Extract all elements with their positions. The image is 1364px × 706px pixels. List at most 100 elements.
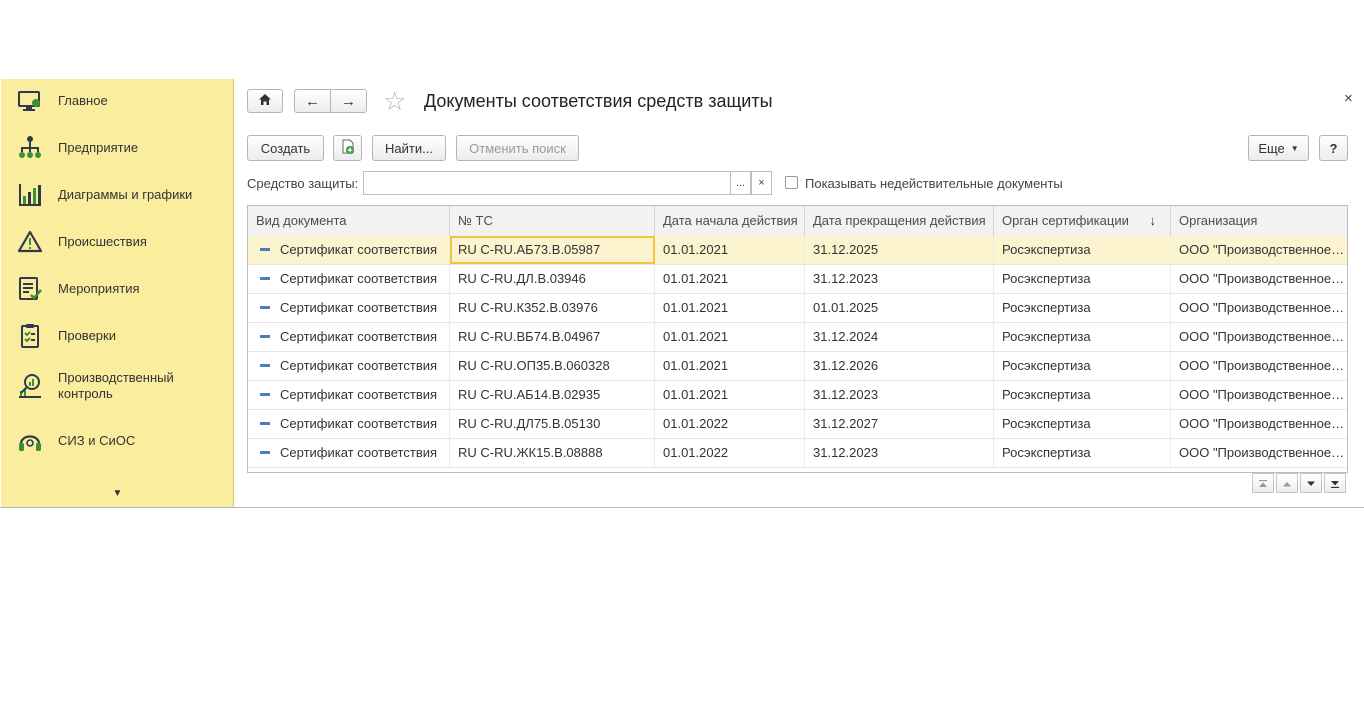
cell-text: 31.12.2024 <box>813 329 879 344</box>
table-row[interactable]: Сертификат соответствия RU C-RU.ОП35.В.06… <box>248 352 1347 381</box>
document-status-icon <box>260 422 270 425</box>
show-invalid-checkbox[interactable] <box>785 176 798 189</box>
sidebar-item-label: Главное <box>58 93 108 108</box>
start-date-cell: 01.01.2021 <box>655 381 805 409</box>
create-button[interactable]: Создать <box>247 135 324 161</box>
cell-text: ООО "Производственное объединение" <box>1179 445 1347 460</box>
scroll-to-bottom-button[interactable] <box>1324 473 1346 493</box>
end-date-cell: 31.12.2027 <box>805 410 994 438</box>
cell-text: RU C-RU.АБ73.В.05987 <box>458 242 601 257</box>
cell-text: Росэкспертиза <box>1002 329 1091 344</box>
column-header-certification-body[interactable]: Орган сертификации ↓ <box>994 206 1171 236</box>
clear-field-button[interactable]: × <box>751 171 772 195</box>
close-icon[interactable]: × <box>1344 90 1353 107</box>
sidebar-item-label: Происшествия <box>58 234 147 249</box>
sidebar-more-button[interactable]: ▼ <box>1 488 234 499</box>
document-status-icon <box>260 277 270 280</box>
document-status-icon <box>260 306 270 309</box>
sidebar-item-production-control[interactable]: Производственный контроль <box>1 369 234 403</box>
document-type-cell: Сертификат соответствия <box>248 265 450 293</box>
column-header-end-date[interactable]: Дата прекращения действия <box>805 206 994 236</box>
find-button[interactable]: Найти... <box>372 135 446 161</box>
tc-number-cell: RU C-RU.ДЛ.В.03946 <box>450 265 655 293</box>
home-icon <box>258 93 272 109</box>
document-type-cell: Сертификат соответствия <box>248 236 450 264</box>
organization-cell: ООО "Производственное объединение" <box>1171 294 1347 322</box>
sidebar-item-ppe[interactable]: СИЗ и СиОС <box>1 428 234 454</box>
document-status-icon <box>260 335 270 338</box>
sidebar-item-measures[interactable]: Мероприятия <box>1 276 234 302</box>
protection-means-input[interactable] <box>363 171 731 195</box>
organization-cell: ООО "Производственное объединение" <box>1171 381 1347 409</box>
sidebar-item-enterprise[interactable]: Предприятие <box>1 135 234 161</box>
organization-cell: ООО "Производственное объединение" <box>1171 410 1347 438</box>
cell-text: 01.01.2021 <box>663 300 729 315</box>
column-header-document-type[interactable]: Вид документа <box>248 206 450 236</box>
scroll-down-button[interactable] <box>1300 473 1322 493</box>
monitor-icon <box>17 88 43 114</box>
end-date-cell: 31.12.2023 <box>805 265 994 293</box>
warning-icon <box>17 229 43 255</box>
end-date-cell: 31.12.2025 <box>805 236 994 264</box>
sidebar-item-main[interactable]: Главное <box>1 88 234 114</box>
cancel-search-button[interactable]: Отменить поиск <box>456 135 579 161</box>
documents-table: Вид документа № ТС Дата начала действия … <box>247 205 1348 473</box>
document-type-cell: Сертификат соответствия <box>248 294 450 322</box>
table-row[interactable]: Сертификат соответствия RU C-RU.К352.В.03… <box>248 294 1347 323</box>
cell-text: Росэкспертиза <box>1002 242 1091 257</box>
home-button[interactable] <box>247 89 283 113</box>
select-button[interactable]: ... <box>730 171 751 195</box>
clipboard-icon <box>17 323 43 349</box>
first-page-icon <box>1258 476 1268 491</box>
cell-text: ООО "Производственное объединение" <box>1179 387 1347 402</box>
cell-text: 31.12.2023 <box>813 387 879 402</box>
organization-cell: ООО "Производственное объединение" <box>1171 265 1347 293</box>
tc-number-cell: RU C-RU.ОП35.В.060328 <box>450 352 655 380</box>
favorite-star-icon[interactable]: ☆ <box>383 87 406 115</box>
chevron-down-icon: ▼ <box>1290 143 1299 153</box>
column-header-organization[interactable]: Организация <box>1171 206 1347 236</box>
forward-button[interactable]: → <box>330 89 367 113</box>
scroll-up-button[interactable] <box>1276 473 1298 493</box>
certification-body-cell: Росэкспертиза <box>994 352 1171 380</box>
cell-text: 01.01.2021 <box>663 329 729 344</box>
table-row[interactable]: Сертификат соответствия RU C-RU.ЖК15.В.08… <box>248 439 1347 468</box>
certification-body-cell: Росэкспертиза <box>994 323 1171 351</box>
table-row[interactable]: Сертификат соответствия RU C-RU.ВБ74.В.04… <box>248 323 1347 352</box>
more-menu-button[interactable]: Еще ▼ <box>1248 135 1309 161</box>
cell-text: RU C-RU.ВБ74.В.04967 <box>458 329 601 344</box>
document-type-cell: Сертификат соответствия <box>248 439 450 467</box>
protection-means-label: Средство защиты: <box>247 176 359 191</box>
cell-text: RU C-RU.ДЛ75.В.05130 <box>458 416 601 431</box>
cell-text: Сертификат соответствия <box>280 358 438 373</box>
certification-body-cell: Росэкспертиза <box>994 381 1171 409</box>
sidebar-item-label: Проверки <box>58 328 116 343</box>
tc-number-cell: RU C-RU.ДЛ75.В.05130 <box>450 410 655 438</box>
organization-cell: ООО "Производственное объединение" <box>1171 439 1347 467</box>
document-type-cell: Сертификат соответствия <box>248 410 450 438</box>
help-button[interactable]: ? <box>1319 135 1348 161</box>
back-button[interactable]: ← <box>294 89 331 113</box>
cell-text: ООО "Производственное объединение" <box>1179 358 1347 373</box>
cell-text: RU C-RU.АБ14.В.02935 <box>458 387 601 402</box>
show-invalid-label: Показывать недействительные документы <box>805 176 1063 191</box>
cell-text: ООО "Производственное объединение" <box>1179 271 1347 286</box>
sidebar-item-inspections[interactable]: Проверки <box>1 323 234 349</box>
sidebar-item-incidents[interactable]: Происшествия <box>1 229 234 255</box>
certification-body-cell: Росэкспертиза <box>994 439 1171 467</box>
table-row[interactable]: Сертификат соответствия RU C-RU.АБ73.В.05… <box>248 236 1347 265</box>
cell-text: RU C-RU.ЖК15.В.08888 <box>458 445 603 460</box>
table-row[interactable]: Сертификат соответствия RU C-RU.АБ14.В.02… <box>248 381 1347 410</box>
end-date-cell: 01.01.2025 <box>805 294 994 322</box>
cell-text: Сертификат соответствия <box>280 445 438 460</box>
scroll-to-top-button[interactable] <box>1252 473 1274 493</box>
sidebar-item-charts[interactable]: Диаграммы и графики <box>1 182 234 208</box>
cell-text: Сертификат соответствия <box>280 416 438 431</box>
copy-document-button[interactable] <box>333 135 362 161</box>
table-row[interactable]: Сертификат соответствия RU C-RU.ДЛ.В.0394… <box>248 265 1347 294</box>
column-header-tc-number[interactable]: № ТС <box>450 206 655 236</box>
column-header-start-date[interactable]: Дата начала действия <box>655 206 805 236</box>
table-row[interactable]: Сертификат соответствия RU C-RU.ДЛ75.В.05… <box>248 410 1347 439</box>
sidebar-item-label: Мероприятия <box>58 281 140 296</box>
cell-text: ООО "Производственное объединение" <box>1179 242 1347 257</box>
